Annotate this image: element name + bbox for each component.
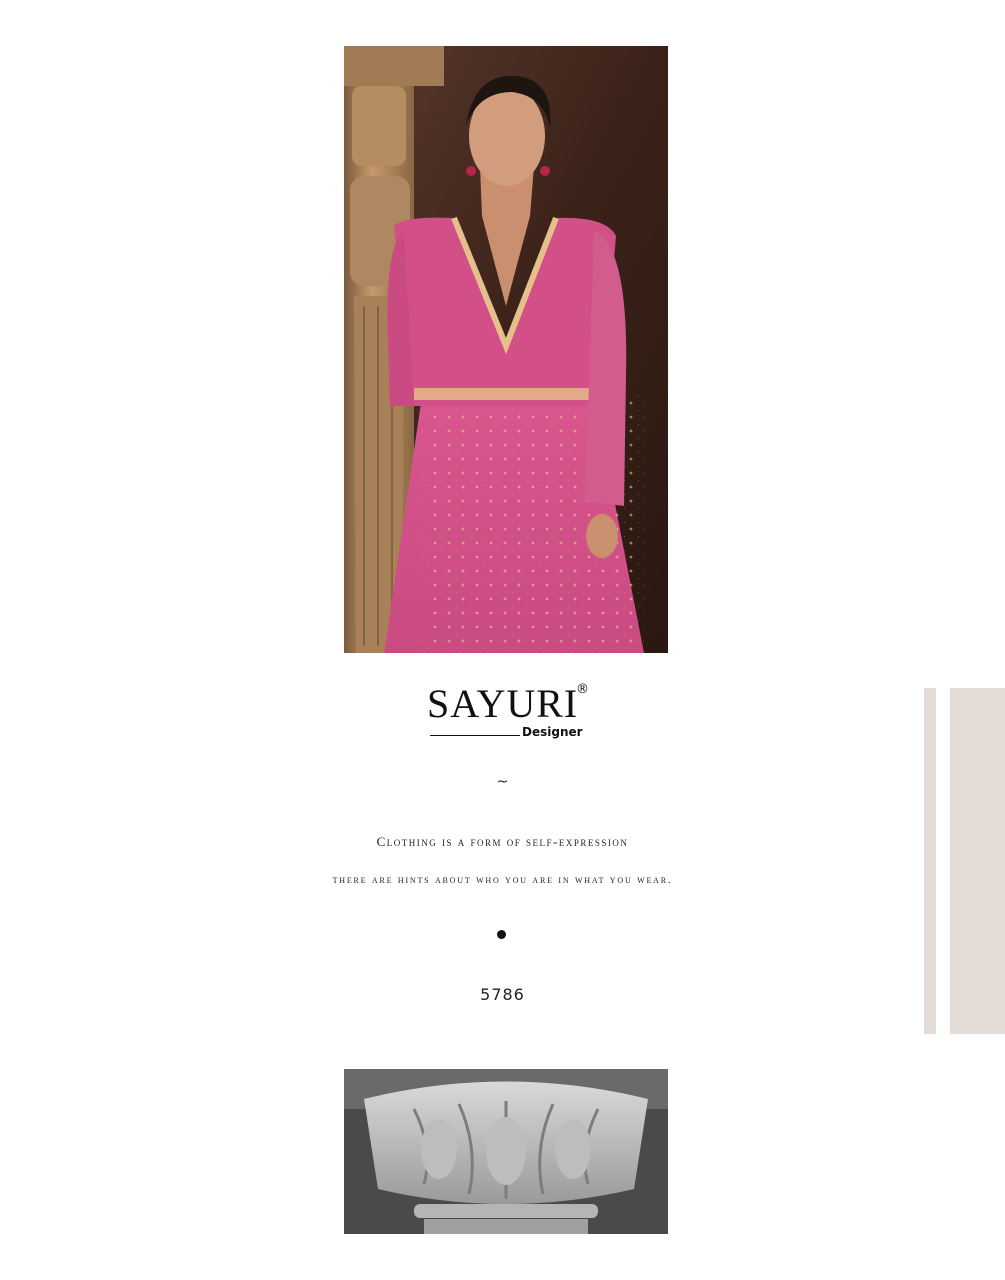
pillar-capital-photo <box>344 1069 668 1234</box>
tagline-primary: Clothing is a form of self-expression <box>376 834 629 849</box>
side-bar-wide <box>950 688 1005 1034</box>
divider-dot <box>497 930 506 939</box>
product-photo <box>344 46 668 653</box>
brand-name: SAYURI <box>427 681 579 726</box>
registered-mark: ® <box>576 682 589 697</box>
side-bar-thin <box>924 688 936 1034</box>
tagline-secondary: there are hints about who you are in wha… <box>332 874 673 886</box>
brand-logo: SAYURI ® Designer <box>427 680 597 744</box>
logo-underline <box>430 735 520 736</box>
design-number: 5786 <box>480 985 525 1004</box>
divider-tilde: ~ <box>496 774 509 790</box>
brand-subtitle: Designer <box>522 725 583 739</box>
